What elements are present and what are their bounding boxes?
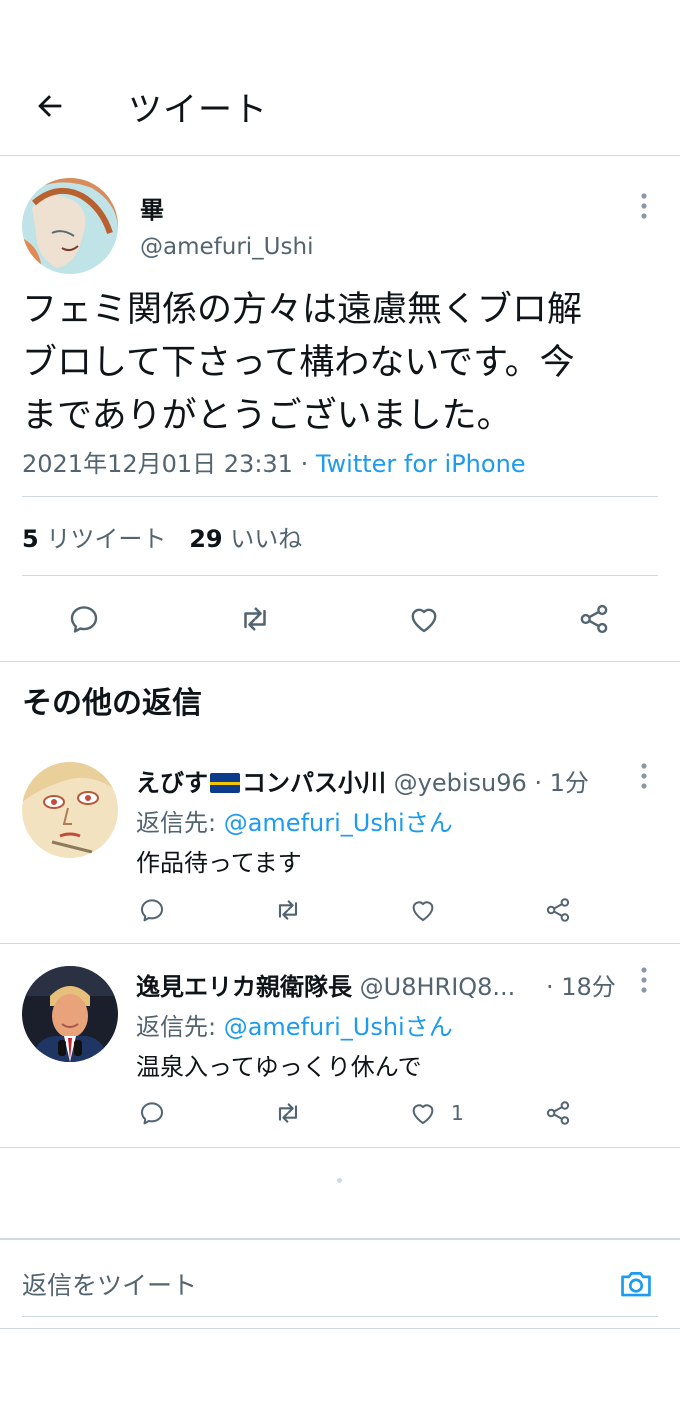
retweet-icon: [278, 1103, 298, 1123]
tweet-timestamp[interactable]: 2021年12月01日 23:31 ·: [22, 450, 316, 478]
compose-top-border: [0, 1238, 680, 1240]
reply-time[interactable]: · 18分: [546, 967, 616, 1002]
retweet-button[interactable]: [231, 595, 279, 643]
reply-to: 返信先: @amefuri_Ushiさん: [136, 1007, 453, 1042]
tweet-stats: 5 リツイート 29 いいね: [22, 519, 302, 554]
reply-reply-button[interactable]: [128, 886, 176, 934]
tweet-text: フェミ関係の方々は遠慮無くブロ解 ブロして下さって構わないです。今 までありがと…: [22, 290, 583, 436]
reply-to-handle[interactable]: @amefuri_Ushiさん: [224, 1013, 453, 1041]
divider: [0, 1147, 680, 1148]
reply-more-button[interactable]: [632, 962, 656, 998]
retweet-stat[interactable]: 5 リツイート: [22, 525, 166, 553]
reply-author-name[interactable]: えびす: [136, 769, 208, 797]
like-count: 1: [451, 1101, 464, 1125]
reply-text: 温泉入ってゆっくり休んで: [136, 1053, 422, 1081]
retweets-label: リツイート: [38, 525, 167, 553]
page-title: ツイート: [128, 90, 268, 130]
section-title: その他の返信: [22, 686, 202, 721]
header-divider: [0, 155, 680, 156]
reply-reply-button[interactable]: [128, 1089, 176, 1137]
tweet-source-link[interactable]: Twitter for iPhone: [316, 450, 526, 478]
loading-indicator: [337, 1178, 342, 1183]
reply-retweet-button[interactable]: [264, 1089, 312, 1137]
like-icon: [412, 1104, 434, 1124]
reply-avatar[interactable]: [22, 762, 118, 858]
reply-text: 作品待ってます: [136, 849, 302, 877]
reply-button[interactable]: [60, 595, 108, 643]
reply-more-button[interactable]: [632, 758, 656, 794]
reply-like-button[interactable]: [399, 886, 447, 934]
divider: [22, 496, 658, 497]
reply-compose-input[interactable]: 返信をツイート: [22, 1266, 197, 1302]
reply-like-button[interactable]: [399, 1089, 447, 1137]
reply-author-name[interactable]: 逸見エリカ親衛隊長: [136, 973, 352, 1001]
like-icon: [412, 901, 434, 921]
share-icon: [546, 898, 570, 922]
reply-author-name-suffix[interactable]: コンパス小川: [242, 769, 386, 797]
flag-icon: [210, 773, 240, 793]
like-icon: [411, 608, 437, 633]
reply-to-handle[interactable]: @amefuri_Ushiさん: [224, 809, 453, 837]
reply-to: 返信先: @amefuri_Ushiさん: [136, 803, 453, 838]
back-arrow-icon: [38, 95, 62, 117]
retweets-count: 5: [22, 525, 39, 553]
more-icon: [641, 193, 647, 219]
reply-share-button[interactable]: [534, 1089, 582, 1137]
retweet-icon: [278, 900, 298, 920]
bottom-border: [0, 1328, 680, 1329]
more-icon: [641, 967, 647, 993]
reply-to-label: 返信先:: [136, 809, 224, 837]
share-icon: [580, 604, 608, 634]
reply-icon: [141, 1102, 163, 1125]
divider: [22, 575, 658, 576]
divider: [0, 661, 680, 662]
divider: [0, 943, 680, 944]
retweet-icon: [244, 607, 266, 631]
like-button[interactable]: [400, 595, 448, 643]
more-icon: [641, 763, 647, 789]
like-stat[interactable]: 29 いいね: [189, 525, 302, 553]
reply-header: 逸見エリカ親衛隊長 @U8HRIQ8...: [136, 967, 515, 1002]
reply-icon: [70, 606, 98, 633]
likes-label: いいね: [222, 525, 303, 553]
reply-retweet-button[interactable]: [264, 886, 312, 934]
share-button[interactable]: [570, 595, 618, 643]
compose-underline: [22, 1316, 658, 1317]
camera-button[interactable]: [612, 1260, 660, 1308]
author-name[interactable]: 畢: [140, 190, 164, 225]
likes-count: 29: [189, 525, 223, 553]
back-button[interactable]: [28, 84, 72, 128]
share-icon: [546, 1101, 570, 1125]
avatar[interactable]: [22, 178, 118, 274]
reply-time[interactable]: · 1分: [527, 769, 589, 797]
reply-share-button[interactable]: [534, 886, 582, 934]
reply-handle[interactable]: @U8HRIQ8...: [352, 973, 516, 1001]
tweet-more-button[interactable]: [632, 188, 656, 224]
reply-icon: [141, 899, 163, 922]
reply-avatar[interactable]: [22, 966, 118, 1062]
camera-icon: [621, 1272, 651, 1297]
reply-header: えびす コンパス小川 @yebisu96 · 1分: [136, 763, 589, 798]
author-handle[interactable]: @amefuri_Ushi: [140, 234, 313, 260]
reply-to-label: 返信先:: [136, 1013, 224, 1041]
tweet-meta: 2021年12月01日 23:31 · Twitter for iPhone: [22, 444, 526, 479]
reply-handle[interactable]: @yebisu96: [386, 769, 527, 797]
